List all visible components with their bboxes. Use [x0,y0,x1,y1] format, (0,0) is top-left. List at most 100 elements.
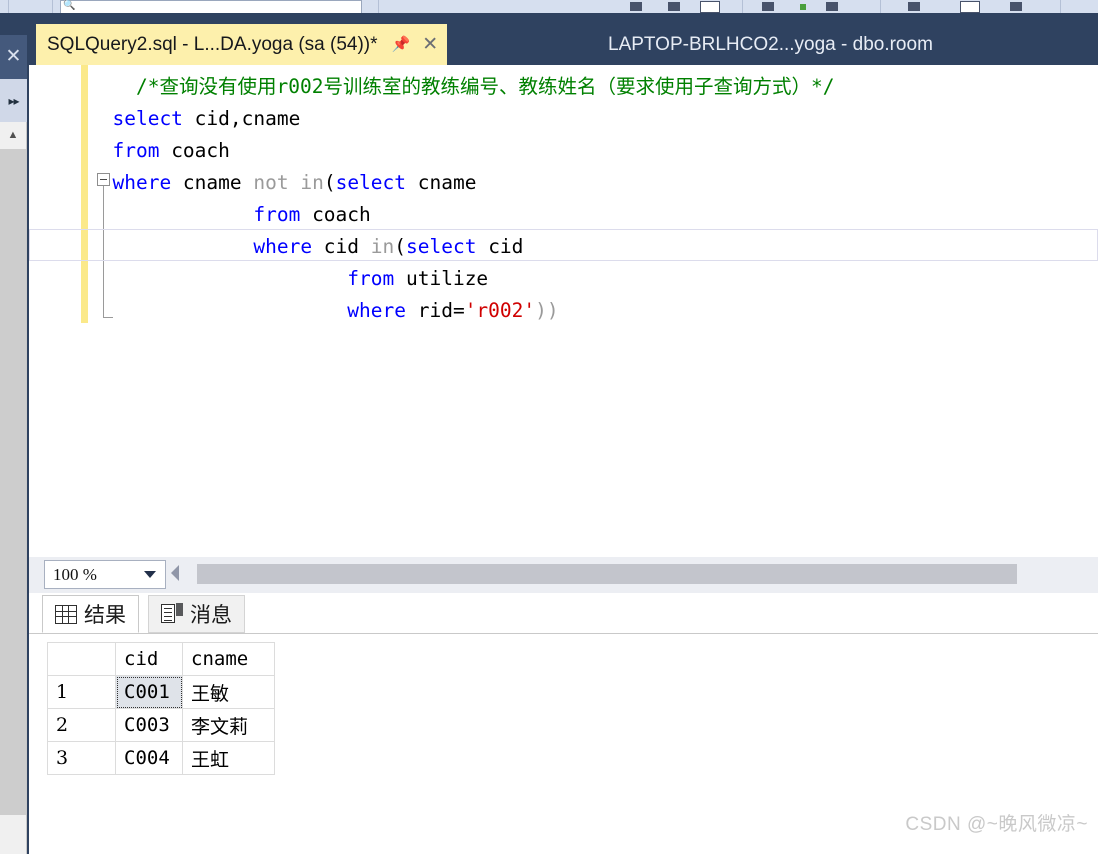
main-toolbar: 🔍 [0,0,1098,14]
code-token: select [89,107,183,130]
pin-icon[interactable]: 📌 [392,37,411,52]
code-token: select [406,235,477,258]
table-header-row: cid cname [47,642,275,676]
code-token: from [89,139,160,162]
tab-label: LAPTOP-BRLHCO2...yoga - dbo.room [608,33,933,55]
row-number[interactable]: 2 [47,708,116,742]
code-token: cname [171,171,254,194]
code-token: in [370,235,395,258]
line-from: from coach [89,135,1098,167]
line-sub-where-cid: where cid in(select cid [89,231,1098,263]
code-token: coach [300,203,371,226]
tab-label: 消息 [190,604,232,627]
code-token: /* [89,75,160,98]
toolbar-icon-box[interactable] [700,1,720,13]
toolbar-separator [8,0,9,13]
line-sub-from-coach: from coach [89,199,1098,231]
toolbar-icon[interactable] [668,2,680,11]
table-row[interactable]: 2 C003 李文莉 [47,708,275,742]
code-token: ( [394,235,406,258]
table-row[interactable]: 3 C004 王虹 [47,741,275,775]
cell-cname[interactable]: 李文莉 [182,708,275,742]
code-token: ( [323,171,336,194]
code-token: utilize [394,267,489,290]
close-icon[interactable]: ✕ [422,35,438,54]
row-number[interactable]: 1 [47,675,116,709]
table-row[interactable]: 1 C001 王敏 [47,675,275,709]
toolbar-icon[interactable] [762,2,774,11]
toolbar-separator [378,0,379,13]
code-token: where [89,171,172,194]
tab-messages[interactable]: 消息 [148,595,245,633]
scrollbar-thumb[interactable] [197,564,1017,584]
results-tab-bar: 结果 消息 [29,593,1098,634]
scroll-left-icon[interactable] [171,565,179,581]
code-token: 查询没有使用 [159,75,277,98]
message-icon [161,603,183,625]
toolbar-separator [1060,0,1061,13]
row-number[interactable]: 3 [47,741,116,775]
object-explorer-scrollbar[interactable]: ▲ [0,122,27,854]
code-token: cid [476,235,524,258]
results-grid[interactable]: cid cname 1 C001 王敏 2 C003 李文莉 3 C004 王虹 [47,642,275,775]
code-token: */ [810,75,835,98]
editor-status-row: 100 % [28,557,1098,593]
column-header-cid[interactable]: cid [115,642,183,676]
sql-editor[interactable]: /*查询没有使用r002号训练室的教练编号、教练姓名（要求使用子查询方式）*/ … [28,65,1098,557]
code-token: cid,cname [182,107,301,130]
code-token: from [89,267,395,290]
chevron-down-icon[interactable] [144,571,156,578]
tab-label: 结果 [84,604,126,627]
line-sub2-from: from utilize [89,263,1098,295]
code-text[interactable]: /*查询没有使用r002号训练室的教练编号、教练姓名（要求使用子查询方式）*/ … [89,71,1098,327]
zoom-level-dropdown[interactable]: 100 % [44,560,166,589]
grid-icon [55,604,77,624]
tab-label: SQLQuery2.sql - L...DA.yoga (sa (54))* [47,33,378,55]
code-token: where [89,235,313,258]
unsaved-change-bar [81,65,88,323]
document-tab-bar: SQLQuery2.sql - L...DA.yoga (sa (54))* 📌… [28,13,1098,65]
tab-sqlquery2[interactable]: SQLQuery2.sql - L...DA.yoga (sa (54))* 📌… [36,24,448,65]
column-header-cname[interactable]: cname [182,642,275,676]
toolbar-separator [742,0,743,13]
code-token: cname [406,171,477,194]
toolbar-icon-run[interactable] [800,4,806,10]
code-token: cid [312,235,371,258]
cell-cname[interactable]: 王虹 [182,741,275,775]
tab-results[interactable]: 结果 [42,595,139,633]
toolbar-icon[interactable] [826,2,838,11]
cell-cname[interactable]: 王敏 [182,675,275,709]
tab-dbo-room[interactable]: LAPTOP-BRLHCO2...yoga - dbo.room [598,24,945,65]
cell-cid[interactable]: C004 [115,741,183,775]
toolbar-separator [52,0,53,13]
code-token: 'r002' [464,299,536,322]
magnifier-icon: 🔍 [63,0,76,11]
code-token: not in [253,171,324,194]
ssms-window: 🔍 ✕ ▸▸ ▲ SQLQuery2.sql - L...DA.yoga (sa… [0,0,1098,854]
scrollbar-thumb[interactable] [0,149,26,815]
line-where-cname: where cname not in(select cname [89,167,1098,199]
line-comment: /*查询没有使用r002号训练室的教练编号、教练姓名（要求使用子查询方式）*/ [89,71,1098,103]
toolbar-icon[interactable] [1010,2,1022,11]
code-token: coach [159,139,230,162]
grid-corner-header[interactable] [47,642,116,676]
toolbar-icon[interactable] [630,2,642,11]
toolbar-icon-box[interactable] [960,1,980,13]
code-token: from [89,203,301,226]
zoom-level-value: 100 % [53,564,97,584]
toolbar-icon[interactable] [908,2,920,11]
toolbar-separator [880,0,881,13]
code-token: select [335,171,407,194]
chevron-right-double-icon[interactable]: ▸▸ [0,79,27,124]
code-token: 号训练室的教练编号、教练姓名（要求使用子查询方式） [323,75,811,98]
cell-cid[interactable]: C003 [115,708,183,742]
code-token: rid= [405,299,465,322]
watermark: CSDN @~晚风微凉~ [905,814,1088,835]
code-token: r002 [276,75,324,98]
chevron-up-icon[interactable]: ▲ [0,122,26,148]
code-token: where [89,299,406,322]
line-select: select cid,cname [89,103,1098,135]
close-icon[interactable]: ✕ [0,35,27,79]
cell-cid[interactable]: C001 [115,675,183,709]
search-input[interactable]: 🔍 [60,0,362,13]
